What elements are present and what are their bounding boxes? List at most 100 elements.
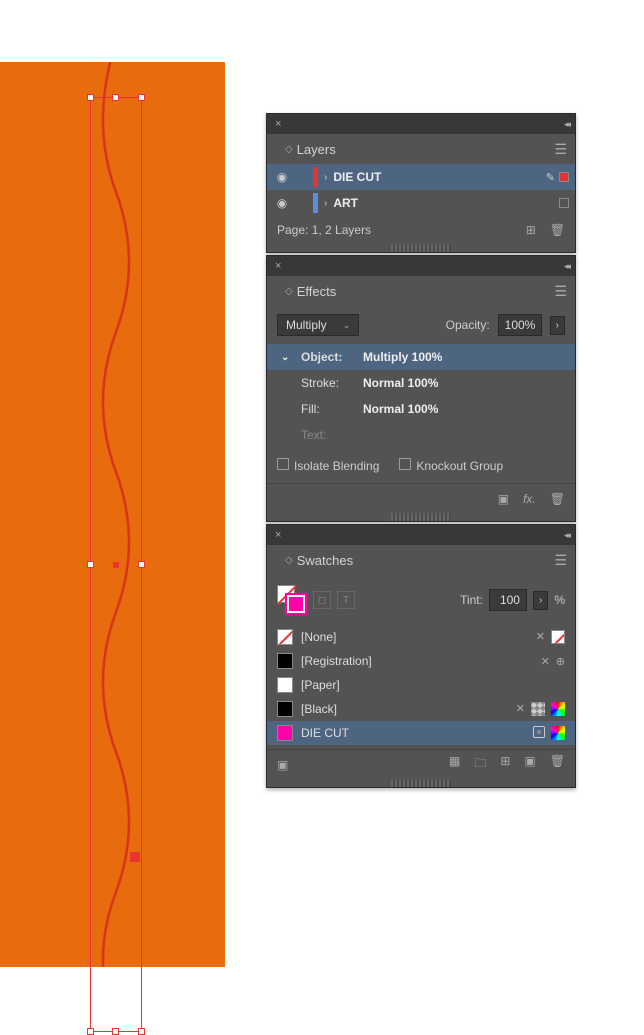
tint-input[interactable]: 100 xyxy=(489,589,527,611)
tint-suffix: % xyxy=(554,593,565,607)
resize-handle[interactable] xyxy=(138,1028,145,1035)
tab-label: Effects xyxy=(297,284,337,299)
chevron-down-icon: ⌄ xyxy=(343,320,351,331)
registration-icon: ⊕ xyxy=(556,655,565,668)
tab-label: Swatches xyxy=(297,553,353,568)
chevron-down-icon: ⌄ xyxy=(281,352,293,363)
disclosure-icon[interactable]: › xyxy=(322,198,329,209)
new-group-icon[interactable]: 🗀 xyxy=(474,754,486,775)
knockout-group-checkbox[interactable]: Knockout Group xyxy=(399,458,503,473)
disclosure-icon[interactable]: › xyxy=(322,172,329,183)
tab-label: Layers xyxy=(297,142,336,157)
opacity-spinner[interactable]: › xyxy=(550,316,565,335)
swatches-panel: × ◂◂ ◇ Swatches ☰ ◻ T Tint: 100 › % xyxy=(266,524,576,788)
layers-footer: Page: 1, 2 Layers ⊞ 🗑 xyxy=(267,216,575,244)
panel-menu-icon[interactable]: ☰ xyxy=(554,283,567,300)
swatch-libraries-icon[interactable]: ▣ xyxy=(277,758,288,772)
filter-icon[interactable]: ▣ xyxy=(524,754,535,775)
effect-label: Stroke: xyxy=(301,376,355,390)
resize-grip[interactable] xyxy=(391,779,451,787)
swatch-row-diecut[interactable]: DIE CUT xyxy=(267,721,575,745)
updown-icon: ◇ xyxy=(285,286,293,297)
layers-panel: × ◂◂ ◇ Layers ☰ ◉ › DIE CUT ✎ ◉ xyxy=(266,113,576,253)
swatch-chip xyxy=(277,725,293,741)
blend-mode-select[interactable]: Multiply ⌄ xyxy=(277,314,359,336)
none-indicator-icon xyxy=(551,630,565,644)
selection-indicator[interactable] xyxy=(559,172,569,182)
collapse-icon[interactable]: ◂◂ xyxy=(564,261,569,272)
panel-titlebar[interactable]: × ◂◂ xyxy=(267,525,575,545)
swatch-list: [None] ✕ [Registration] ✕ ⊕ [Paper] xyxy=(267,625,575,749)
stroke-swatch[interactable] xyxy=(287,595,305,613)
swatch-row-registration[interactable]: [Registration] ✕ ⊕ xyxy=(267,649,575,673)
locked-icon: ✕ xyxy=(541,655,550,668)
clear-effects-icon[interactable]: ▣ xyxy=(498,492,509,506)
close-icon[interactable]: × xyxy=(271,118,285,130)
layer-name: DIE CUT xyxy=(333,170,541,184)
locked-icon: ✕ xyxy=(536,630,545,644)
process-icon xyxy=(531,702,545,716)
panel-titlebar[interactable]: × ◂◂ xyxy=(267,256,575,276)
effect-value: Multiply 100% xyxy=(363,350,442,364)
isolate-blending-checkbox[interactable]: Isolate Blending xyxy=(277,458,379,473)
effect-target-object[interactable]: ⌄ Object: Multiply 100% xyxy=(267,344,575,370)
tint-spinner[interactable]: › xyxy=(533,591,548,610)
collapse-icon[interactable]: ◂◂ xyxy=(564,530,569,541)
layer-row-art[interactable]: ◉ › ART xyxy=(267,190,575,216)
effect-target-fill[interactable]: Fill: Normal 100% xyxy=(267,396,575,422)
close-icon[interactable]: × xyxy=(271,260,285,272)
formatting-text-icon[interactable]: T xyxy=(337,591,355,609)
swatch-row-paper[interactable]: [Paper] xyxy=(267,673,575,697)
opacity-input[interactable]: 100% xyxy=(498,314,542,336)
close-icon[interactable]: × xyxy=(271,529,285,541)
trash-icon[interactable]: 🗑 xyxy=(550,223,565,237)
layer-row-diecut[interactable]: ◉ › DIE CUT ✎ xyxy=(267,164,575,190)
tab-effects[interactable]: ◇ Effects xyxy=(275,278,346,305)
resize-grip[interactable] xyxy=(391,244,451,252)
resize-handle[interactable] xyxy=(112,1028,119,1035)
selection-indicator[interactable] xyxy=(559,198,569,208)
formatting-container-icon[interactable]: ◻ xyxy=(313,591,331,609)
effect-label: Text: xyxy=(301,428,355,442)
trash-icon[interactable]: 🗑 xyxy=(550,492,565,506)
panel-titlebar[interactable]: × ◂◂ xyxy=(267,114,575,134)
new-swatch-icon[interactable]: ⊞ xyxy=(500,754,510,775)
visibility-icon[interactable]: ◉ xyxy=(273,170,291,184)
cmyk-icon xyxy=(551,702,565,716)
canvas-artboard[interactable] xyxy=(0,62,225,967)
effects-panel: × ◂◂ ◇ Effects ☰ Multiply ⌄ Opacity: 100… xyxy=(266,255,576,522)
swatch-name: DIE CUT xyxy=(301,726,349,740)
swatch-name: [Paper] xyxy=(301,678,340,692)
effect-target-text: Text: xyxy=(267,422,575,448)
opacity-label: Opacity: xyxy=(446,318,490,332)
effect-target-stroke[interactable]: Stroke: Normal 100% xyxy=(267,370,575,396)
pen-icon: ✎ xyxy=(546,171,555,184)
swatch-row-black[interactable]: [Black] ✕ xyxy=(267,697,575,721)
updown-icon: ◇ xyxy=(285,144,293,155)
swatch-row-none[interactable]: [None] ✕ xyxy=(267,625,575,649)
fill-stroke-proxy[interactable] xyxy=(277,585,307,615)
panel-menu-icon[interactable]: ☰ xyxy=(554,141,567,158)
layer-name: ART xyxy=(333,196,555,210)
swatch-name: [Registration] xyxy=(301,654,372,668)
anchor-point[interactable] xyxy=(130,852,140,862)
show-views-icon[interactable]: ▦ xyxy=(449,754,460,775)
trash-icon[interactable]: 🗑 xyxy=(550,754,565,775)
effect-label: Object: xyxy=(301,350,355,364)
visibility-icon[interactable]: ◉ xyxy=(273,196,291,210)
panel-menu-icon[interactable]: ☰ xyxy=(554,552,567,569)
resize-grip[interactable] xyxy=(391,513,451,521)
layer-color-bar xyxy=(313,193,318,213)
swatch-name: [Black] xyxy=(301,702,337,716)
tab-layers[interactable]: ◇ Layers xyxy=(275,136,346,163)
wavy-path-object[interactable] xyxy=(103,62,129,967)
collapse-icon[interactable]: ◂◂ xyxy=(564,119,569,130)
swatch-chip xyxy=(277,677,293,693)
tint-label: Tint: xyxy=(460,593,483,607)
resize-handle[interactable] xyxy=(87,1028,94,1035)
tab-swatches[interactable]: ◇ Swatches xyxy=(275,547,363,574)
new-layer-icon[interactable]: ⊞ xyxy=(526,223,536,237)
fx-icon[interactable]: fx. xyxy=(523,492,536,506)
effect-value: Normal 100% xyxy=(363,402,438,416)
blend-mode-value: Multiply xyxy=(286,318,327,332)
